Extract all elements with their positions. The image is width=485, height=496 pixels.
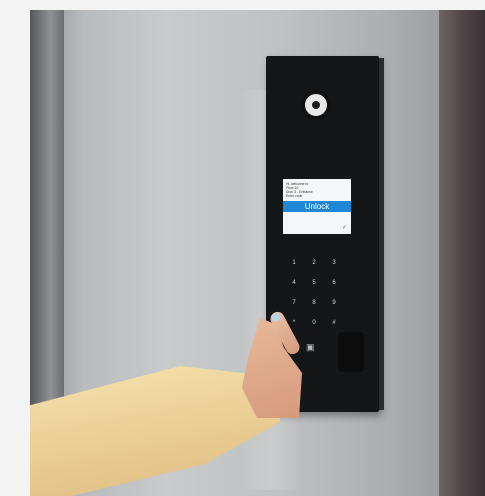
photo-scene: Hi, welcome to Floor 10 Door 3 - Entranc… (30, 10, 485, 496)
keypad-key-7[interactable]: 7 (288, 298, 300, 308)
card-reader-icon[interactable]: ▣ (306, 342, 320, 352)
intercom-screen: Hi, welcome to Floor 10 Door 3 - Entranc… (283, 179, 351, 234)
screen-text: Hi, welcome to Floor 10 Door 3 - Entranc… (283, 179, 351, 198)
keypad-key-6[interactable]: 6 (328, 278, 340, 288)
keypad-key-hash[interactable]: # (328, 318, 340, 328)
checkmark-icon: ✓ (341, 225, 347, 231)
keypad-key-0[interactable]: 0 (308, 318, 320, 328)
keypad-key-1[interactable]: 1 (288, 258, 300, 268)
keypad-key-8[interactable]: 8 (308, 298, 320, 308)
panel-edge (379, 58, 384, 410)
keypad-key-2[interactable]: 2 (308, 258, 320, 268)
camera-icon (301, 90, 331, 120)
keypad-key-4[interactable]: 4 (288, 278, 300, 288)
keypad-key-5[interactable]: 5 (308, 278, 320, 288)
fingernail (270, 311, 282, 323)
keypad-key-9[interactable]: 9 (328, 298, 340, 308)
card-reader-slot (338, 332, 364, 372)
camera-lens (312, 101, 320, 109)
unlock-button[interactable]: Unlock (283, 201, 351, 212)
keypad-key-3[interactable]: 3 (328, 258, 340, 268)
screen-line: Enter code (286, 194, 303, 198)
door-frame-right (439, 10, 485, 496)
